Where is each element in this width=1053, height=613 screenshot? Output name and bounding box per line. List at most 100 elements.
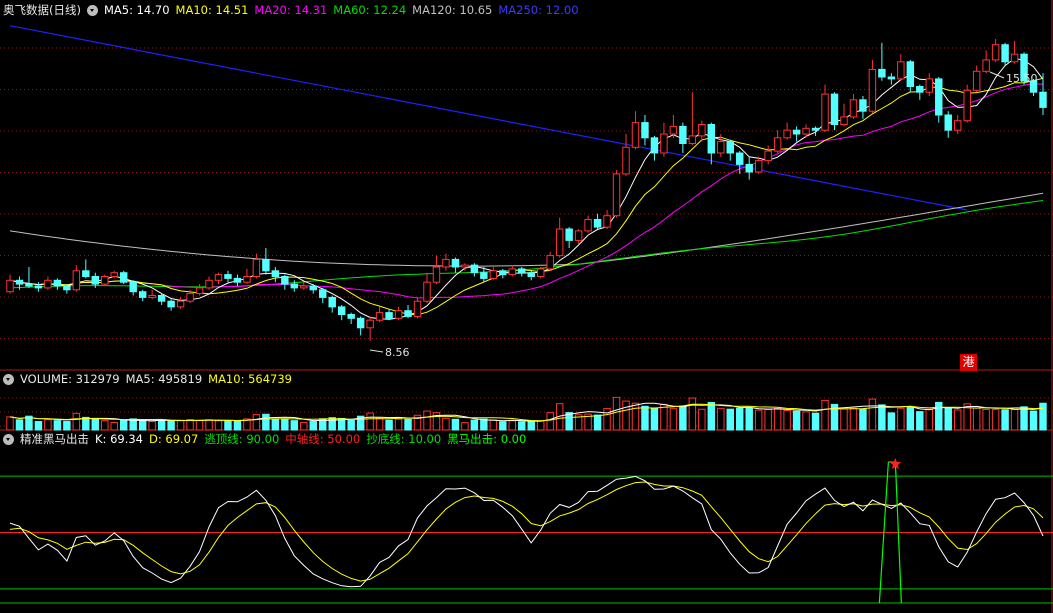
candle xyxy=(34,285,43,289)
volume-bar xyxy=(536,420,545,431)
volume-bar xyxy=(271,418,280,431)
volume-bar xyxy=(186,418,194,431)
d-label: D: 69.07 xyxy=(149,432,199,446)
candle xyxy=(167,300,175,308)
candle xyxy=(859,99,867,112)
candlesticks[interactable] xyxy=(6,39,1047,341)
volume-bar xyxy=(1010,409,1019,431)
volume-bar xyxy=(650,407,659,431)
candle xyxy=(25,283,33,287)
candle xyxy=(385,312,393,319)
volume-bar xyxy=(935,401,943,431)
volume-menu-icon[interactable] xyxy=(3,373,14,385)
stock-chart[interactable]: 15.50 8.56 xyxy=(0,0,1053,613)
candle xyxy=(679,125,687,145)
volume-bar xyxy=(811,412,820,431)
volume-bar xyxy=(138,420,147,431)
candle xyxy=(622,146,630,175)
candle xyxy=(612,173,621,217)
candle xyxy=(442,258,450,268)
volume-bar xyxy=(72,412,81,431)
candle xyxy=(830,93,839,125)
candle xyxy=(82,270,90,277)
candle xyxy=(641,122,649,139)
volume-bar xyxy=(385,419,393,431)
volume-ma5-label: MA5: 495819 xyxy=(125,372,203,386)
candle xyxy=(963,89,971,122)
candle xyxy=(688,135,697,144)
mid-line-label: 中轴线: 50.00 xyxy=(285,432,361,446)
volume-bar xyxy=(120,419,128,431)
volume-bar xyxy=(906,406,915,431)
candle xyxy=(650,137,659,154)
volume-bar xyxy=(281,418,289,431)
candle xyxy=(773,137,782,152)
ma250-label: MA250: 12.00 xyxy=(498,3,579,17)
candle xyxy=(480,272,488,279)
price-legend: 奥飞数据(日线) MA5: 14.70 MA10: 14.51 MA20: 14… xyxy=(3,1,585,19)
candle xyxy=(660,133,668,154)
indicator-menu-icon[interactable] xyxy=(86,4,98,16)
volume-bar xyxy=(110,422,118,431)
d-line xyxy=(9,481,1044,582)
candle xyxy=(44,279,52,289)
candle xyxy=(290,283,299,289)
candle xyxy=(925,78,933,93)
candle xyxy=(262,258,270,272)
volume-bar xyxy=(499,421,507,431)
candle xyxy=(6,279,14,293)
signal-label: 黑马出击: 0.00 xyxy=(447,432,527,446)
candle xyxy=(252,258,261,277)
k-line xyxy=(9,475,1044,588)
volume-bar xyxy=(252,414,261,431)
candle xyxy=(461,264,469,268)
candle xyxy=(868,68,877,112)
volume-bar xyxy=(972,407,981,431)
candle xyxy=(129,281,137,293)
volume-bar xyxy=(925,408,933,431)
volume-bar xyxy=(821,399,829,431)
k-label: K: 69.34 xyxy=(95,432,143,446)
candle xyxy=(432,266,441,283)
volume-bar xyxy=(6,416,14,431)
volume-bar xyxy=(887,412,896,431)
hk-connect-badge[interactable]: 港 xyxy=(960,354,977,371)
ma5-line xyxy=(9,57,1044,320)
candle xyxy=(271,270,280,277)
candle xyxy=(811,127,820,131)
low-marker-arrow xyxy=(369,349,384,353)
indicator-legend: 精准黑马出击 K: 69.34 D: 69.07 逃顶线: 90.00 中轴线:… xyxy=(3,430,532,448)
candle xyxy=(120,272,128,283)
volume-bar xyxy=(783,410,791,431)
high-price-marker: 15.50 xyxy=(1006,72,1038,85)
volume-bar xyxy=(840,408,848,431)
volume-bar xyxy=(262,413,270,431)
candle xyxy=(214,274,223,281)
volume-bar xyxy=(859,408,867,431)
candle xyxy=(138,291,147,298)
volume-bars[interactable] xyxy=(6,396,1047,431)
ma120-label: MA120: 10.65 xyxy=(412,3,493,17)
volume-bar xyxy=(451,418,460,431)
candle xyxy=(309,285,317,291)
volume-bar xyxy=(736,407,744,431)
volume-bar xyxy=(44,419,52,431)
volume-legend: VOLUME: 312979 MA5: 495819 MA10: 564739 xyxy=(3,370,298,388)
candle xyxy=(413,300,422,317)
volume-bar xyxy=(176,419,185,431)
volume-bar xyxy=(508,420,517,431)
volume-bar xyxy=(148,420,156,431)
volume-bar xyxy=(101,420,109,431)
volume-bar xyxy=(461,422,469,431)
volume-bar xyxy=(944,407,952,431)
indicator-panel-menu-icon[interactable] xyxy=(3,433,14,445)
candle xyxy=(527,272,535,278)
candle xyxy=(15,279,24,285)
volume-bar xyxy=(717,407,725,431)
volume-bar xyxy=(982,408,990,431)
candle xyxy=(555,228,564,257)
ma5-label: MA5: 14.70 xyxy=(103,3,170,17)
volume-bar xyxy=(698,408,706,431)
low-price-marker: 8.56 xyxy=(385,346,410,359)
volume-bar xyxy=(754,409,763,431)
